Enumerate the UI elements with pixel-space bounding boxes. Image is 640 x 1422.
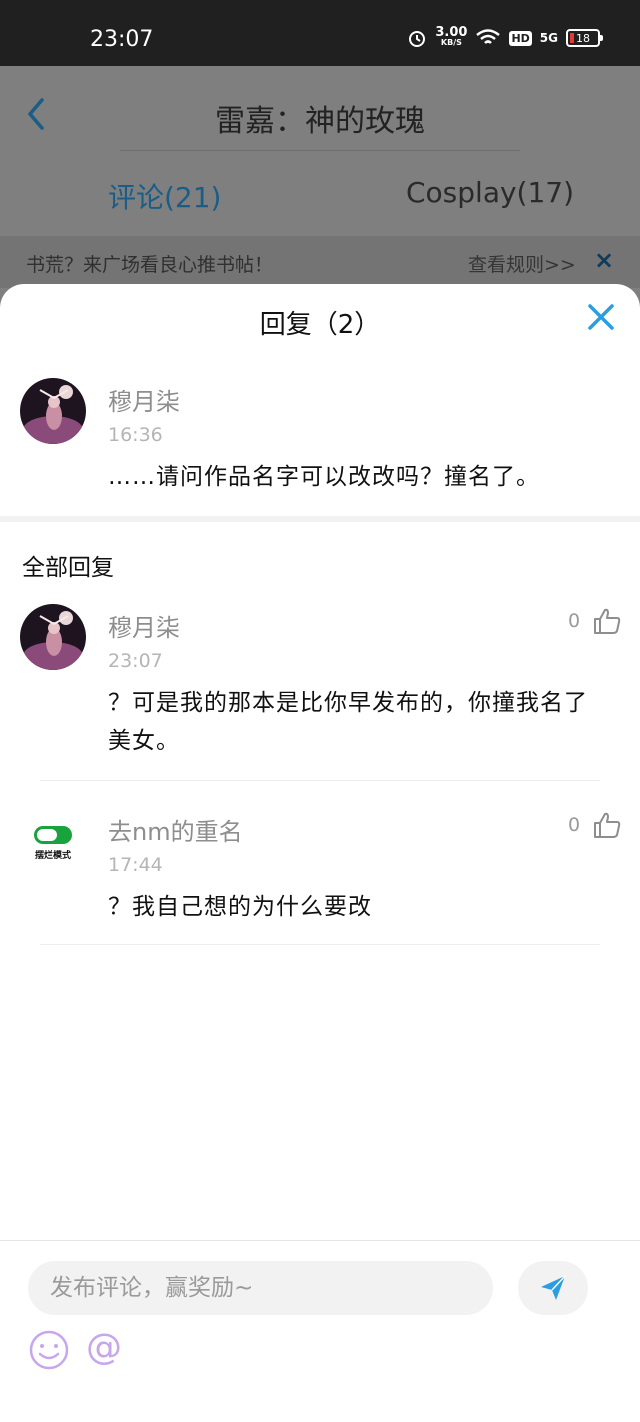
reply-content-line1: ？可是我的那本是比你早发布的，你撞我名了	[108, 690, 588, 716]
reply-time: 23:07	[108, 650, 163, 672]
avatar[interactable]	[20, 378, 86, 444]
reply-sheet: 回复（2） 穆月柒 16:36 ……请问作品名字可以改改吗？撞名了。 全部回复 …	[0, 284, 640, 1422]
alarm-icon	[409, 31, 426, 47]
send-icon	[541, 1275, 566, 1300]
status-bar: 23:07 3.00 KB/S HD 5G 18	[0, 0, 640, 66]
reply-username[interactable]: 去nm的重名	[108, 812, 243, 847]
avatar-image	[20, 604, 86, 670]
reply-avatar[interactable]	[20, 604, 86, 670]
network-speed: 3.00 KB/S	[435, 25, 468, 47]
hd-badge: HD	[509, 30, 532, 46]
comment-username[interactable]: 穆月柒	[108, 382, 180, 417]
avatar-text: 摆烂模式	[34, 851, 71, 861]
nav-divider	[120, 150, 520, 151]
thumbs-up-icon[interactable]	[592, 810, 622, 840]
page-title: 雷嘉：神的玫瑰	[215, 104, 425, 139]
battery-icon: 18	[566, 29, 603, 47]
toggle-avatar-graphic	[34, 826, 72, 844]
mention-button[interactable]: @	[86, 1327, 122, 1368]
avatar-image	[20, 378, 86, 444]
wifi-icon	[476, 29, 501, 44]
status-time: 23:07	[90, 27, 154, 52]
banner-rules-link[interactable]: 查看规则>>	[468, 250, 576, 277]
reply-username[interactable]: 穆月柒	[108, 608, 180, 643]
promo-banner: 书荒？来广场看良心推书帖！ 查看规则>> ×	[0, 236, 640, 288]
comment-time: 16:36	[108, 424, 163, 446]
like-count: 0	[568, 814, 581, 836]
compose-bar: @	[0, 1240, 640, 1422]
all-replies-title: 全部回复	[22, 555, 114, 581]
send-button[interactable]	[518, 1261, 588, 1315]
tab-comments[interactable]: 评论(21)	[108, 176, 221, 216]
signal-5g-icon: 5G	[539, 31, 558, 45]
close-icon[interactable]	[584, 300, 618, 334]
reply-avatar[interactable]: 摆烂模式	[20, 808, 86, 874]
tab-cosplay[interactable]: Cosplay(17)	[406, 176, 574, 209]
section-divider	[0, 516, 640, 522]
sheet-title: 回复（2）	[259, 310, 381, 340]
status-icons: 3.00 KB/S HD 5G 18	[407, 25, 603, 48]
comment-input[interactable]	[28, 1261, 493, 1315]
emoji-icon[interactable]	[28, 1329, 70, 1371]
underlying-page: 雷嘉：神的玫瑰 评论(21) Cosplay(17) 书荒？来广场看良心推书帖！…	[0, 66, 640, 306]
comment-content: ……请问作品名字可以改改吗？撞名了。	[108, 464, 540, 490]
reply-content-line1: ？我自己想的为什么要改	[108, 894, 372, 920]
reply-divider	[40, 780, 600, 781]
reply-divider	[40, 944, 600, 945]
reply-time: 17:44	[108, 854, 163, 876]
banner-close-icon[interactable]: ×	[594, 246, 614, 274]
banner-text[interactable]: 书荒？来广场看良心推书帖！	[26, 250, 273, 277]
like-count: 0	[568, 610, 581, 632]
reply-content-line2: 美女。	[108, 728, 180, 754]
thumbs-up-icon[interactable]	[592, 606, 622, 636]
